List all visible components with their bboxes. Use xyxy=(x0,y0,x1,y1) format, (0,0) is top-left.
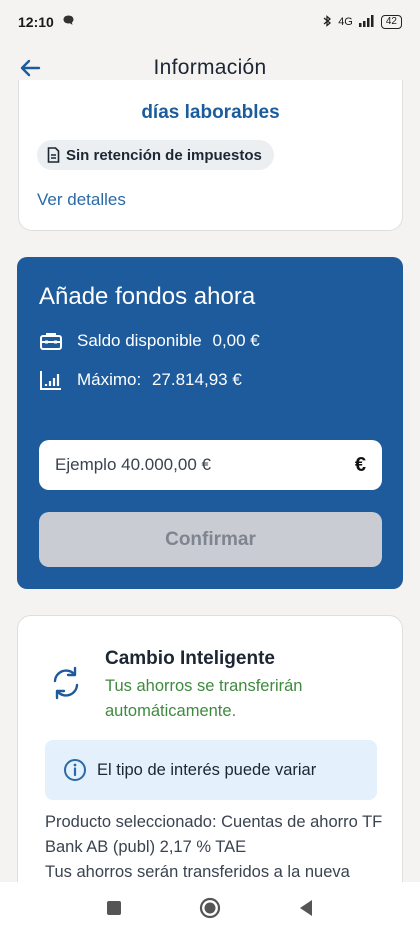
amount-input[interactable] xyxy=(55,455,355,475)
document-icon xyxy=(47,147,60,163)
tax-chip-label: Sin retención de impuestos xyxy=(66,146,262,164)
arrow-left-icon xyxy=(20,59,41,77)
message-icon xyxy=(62,14,75,30)
smart-change-title: Cambio Inteligente xyxy=(105,648,275,669)
signal-icon xyxy=(358,14,375,30)
tax-chip: Sin retención de impuestos xyxy=(37,140,274,170)
system-nav-bar xyxy=(0,882,420,933)
details-link[interactable]: Ver detalles xyxy=(37,190,126,210)
status-time: 12:10 xyxy=(18,14,54,30)
status-bar: 12:10 4G 42 xyxy=(0,0,420,44)
balance-value: 0,00 € xyxy=(212,331,260,350)
briefcase-icon xyxy=(40,333,62,350)
home-button[interactable] xyxy=(198,896,222,920)
max-label: Máximo: xyxy=(77,370,142,389)
confirm-button[interactable]: Confirmar xyxy=(39,512,382,567)
sync-icon xyxy=(53,666,79,700)
product-description: Producto seleccionado: Cuentas de ahorro… xyxy=(45,810,385,885)
square-icon xyxy=(107,900,121,915)
balance-row: Saldo disponible 0,00 € xyxy=(39,331,260,351)
summary-card: días laborables Sin retención de impuest… xyxy=(18,80,403,231)
circle-icon xyxy=(199,897,221,918)
euro-icon: € xyxy=(354,453,366,476)
smart-change-subtitle: Tus ahorros se transferirán automáticame… xyxy=(105,677,303,720)
rate-notice-text: El tipo de interés puede variar xyxy=(97,760,317,779)
rate-notice: El tipo de interés puede variar xyxy=(45,740,377,800)
status-indicators: 4G 42 xyxy=(322,14,402,31)
balance-label: Saldo disponible xyxy=(77,331,202,350)
bluetooth-icon xyxy=(322,14,332,31)
add-funds-title: Añade fondos ahora xyxy=(39,283,256,310)
battery-icon: 42 xyxy=(380,15,402,29)
triangle-back-icon xyxy=(300,899,312,916)
max-value: 27.814,93 € xyxy=(151,370,242,389)
recents-button[interactable] xyxy=(102,896,126,920)
network-label: 4G xyxy=(338,16,353,28)
add-funds-card: Añade fondos ahora Saldo disponible 0,00… xyxy=(17,257,403,589)
nav-back-button[interactable] xyxy=(294,896,318,920)
max-row: Máximo: 27.814,93 € xyxy=(39,369,242,391)
page-title: Información xyxy=(153,56,267,79)
product-selected-text: Producto seleccionado: Cuentas de ahorro… xyxy=(45,813,383,856)
info-icon xyxy=(64,759,86,781)
days-text: días laborables xyxy=(141,102,280,123)
chart-icon xyxy=(40,371,61,390)
amount-field[interactable]: € xyxy=(39,440,382,490)
